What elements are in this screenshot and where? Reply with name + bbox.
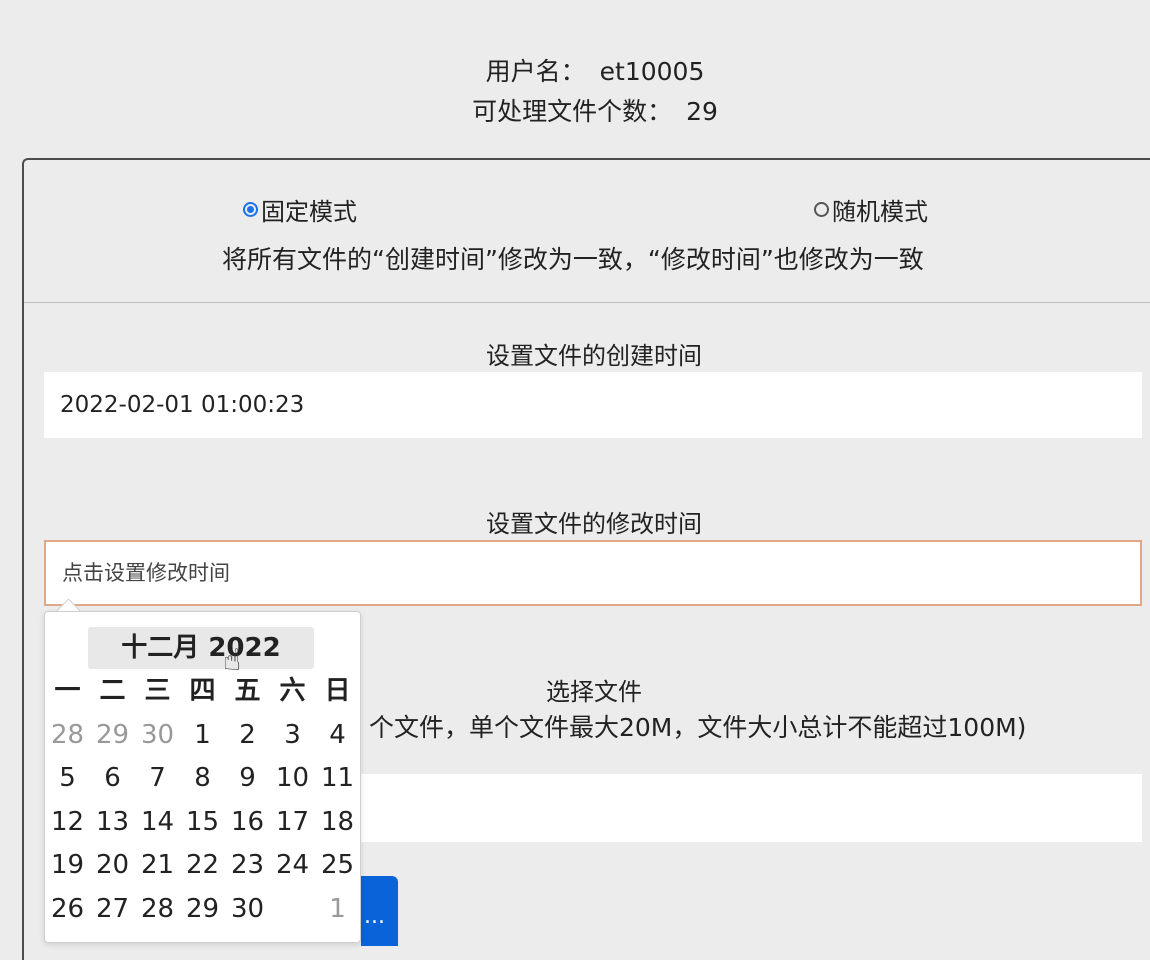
weekday-label: 二 <box>99 676 126 706</box>
username-label: 用户名： <box>485 57 586 86</box>
create-time-input[interactable]: 2022-02-01 01:00:23 <box>44 372 1142 438</box>
files-count-line: 可处理文件个数： 29 <box>0 92 1150 132</box>
day-cell[interactable]: 17 <box>270 801 315 845</box>
day-cell[interactable]: 27 <box>90 888 135 932</box>
day-cell[interactable]: 25 <box>315 844 360 888</box>
day-cell[interactable]: 22 <box>180 844 225 888</box>
files-count-label: 可处理文件个数： <box>472 97 673 126</box>
day-cell-selected[interactable]: 31 <box>270 888 315 932</box>
datepicker-popup: 十二月 2022 一 二 三 四 五 六 日 28 29 30 1 2 3 4 … <box>44 611 361 943</box>
day-cell[interactable]: 26 <box>45 888 90 932</box>
random-mode-label: 随机模式 <box>832 198 928 226</box>
mode-selector: 固定模式 随机模式 将所有文件的“创建时间”修改为一致，“修改时间”也修改为一致 <box>24 160 1150 303</box>
day-cell[interactable]: 3 <box>270 714 315 758</box>
day-cell[interactable]: 1 <box>315 888 360 932</box>
day-cell[interactable]: 6 <box>90 757 135 801</box>
day-cell[interactable]: 28 <box>45 714 90 758</box>
day-cell[interactable]: 29 <box>180 888 225 932</box>
day-cell[interactable]: 14 <box>135 801 180 845</box>
random-mode-radio[interactable]: 随机模式 <box>814 192 928 227</box>
day-cell[interactable]: 21 <box>135 844 180 888</box>
day-cell[interactable]: 30 <box>135 714 180 758</box>
radio-checked-icon <box>243 202 258 217</box>
modify-time-input[interactable]: 点击设置修改时间 <box>44 540 1142 606</box>
week-row: 26 27 28 29 30 31 1 <box>45 888 360 932</box>
username-line: 用户名： et10005 <box>0 52 1150 92</box>
mode-description: 将所有文件的“创建时间”修改为一致，“修改时间”也修改为一致 <box>222 245 924 274</box>
day-cell[interactable]: 2 <box>225 714 270 758</box>
day-cell[interactable]: 19 <box>45 844 90 888</box>
weekday-label: 四 <box>189 676 216 706</box>
day-cell[interactable]: 24 <box>270 844 315 888</box>
fixed-mode-radio[interactable]: 固定模式 <box>243 192 357 227</box>
files-count-value: 29 <box>686 97 718 126</box>
day-cell[interactable]: 30 <box>225 888 270 932</box>
day-cell[interactable]: 7 <box>135 757 180 801</box>
username-value: et10005 <box>599 57 705 86</box>
day-cell[interactable]: 4 <box>315 714 360 758</box>
modify-time-title: 设置文件的修改时间 <box>486 510 702 538</box>
choose-file-button[interactable]: ... <box>361 876 398 946</box>
create-time-title: 设置文件的创建时间 <box>486 342 702 370</box>
week-row: 12 13 14 15 16 17 18 <box>45 801 360 845</box>
day-cell[interactable]: 10 <box>270 757 315 801</box>
day-cell[interactable]: 20 <box>90 844 135 888</box>
week-row: 28 29 30 1 2 3 4 <box>45 714 360 758</box>
hand-cursor-icon: ☝ <box>223 643 242 678</box>
weekday-header-row: 一 二 三 四 五 六 日 <box>45 670 360 714</box>
datepicker-month-switch[interactable]: 十二月 2022 <box>88 627 314 669</box>
day-cell[interactable]: 13 <box>90 801 135 845</box>
day-cell[interactable]: 23 <box>225 844 270 888</box>
day-cell[interactable]: 12 <box>45 801 90 845</box>
datepicker-grid: 一 二 三 四 五 六 日 28 29 30 1 2 3 4 5 6 7 8 9… <box>45 670 360 931</box>
day-cell[interactable]: 28 <box>135 888 180 932</box>
day-cell[interactable]: 16 <box>225 801 270 845</box>
day-cell[interactable]: 18 <box>315 801 360 845</box>
day-cell[interactable]: 15 <box>180 801 225 845</box>
weekday-label: 日 <box>324 676 351 706</box>
day-cell[interactable]: 11 <box>315 757 360 801</box>
day-cell[interactable]: 9 <box>225 757 270 801</box>
day-cell[interactable]: 5 <box>45 757 90 801</box>
radio-unchecked-icon <box>814 202 829 217</box>
weekday-label: 三 <box>144 676 171 706</box>
file-limit-note: 个文件，单个文件最大20M，文件大小总计不能超过100M) <box>369 713 1027 742</box>
week-row: 5 6 7 8 9 10 11 <box>45 757 360 801</box>
weekday-label: 一 <box>54 676 81 706</box>
day-cell[interactable]: 1 <box>180 714 225 758</box>
day-cell[interactable]: 29 <box>90 714 135 758</box>
day-cell[interactable]: 8 <box>180 757 225 801</box>
fixed-mode-label: 固定模式 <box>261 198 357 226</box>
week-row: 19 20 21 22 23 24 25 <box>45 844 360 888</box>
weekday-label: 六 <box>279 676 306 706</box>
